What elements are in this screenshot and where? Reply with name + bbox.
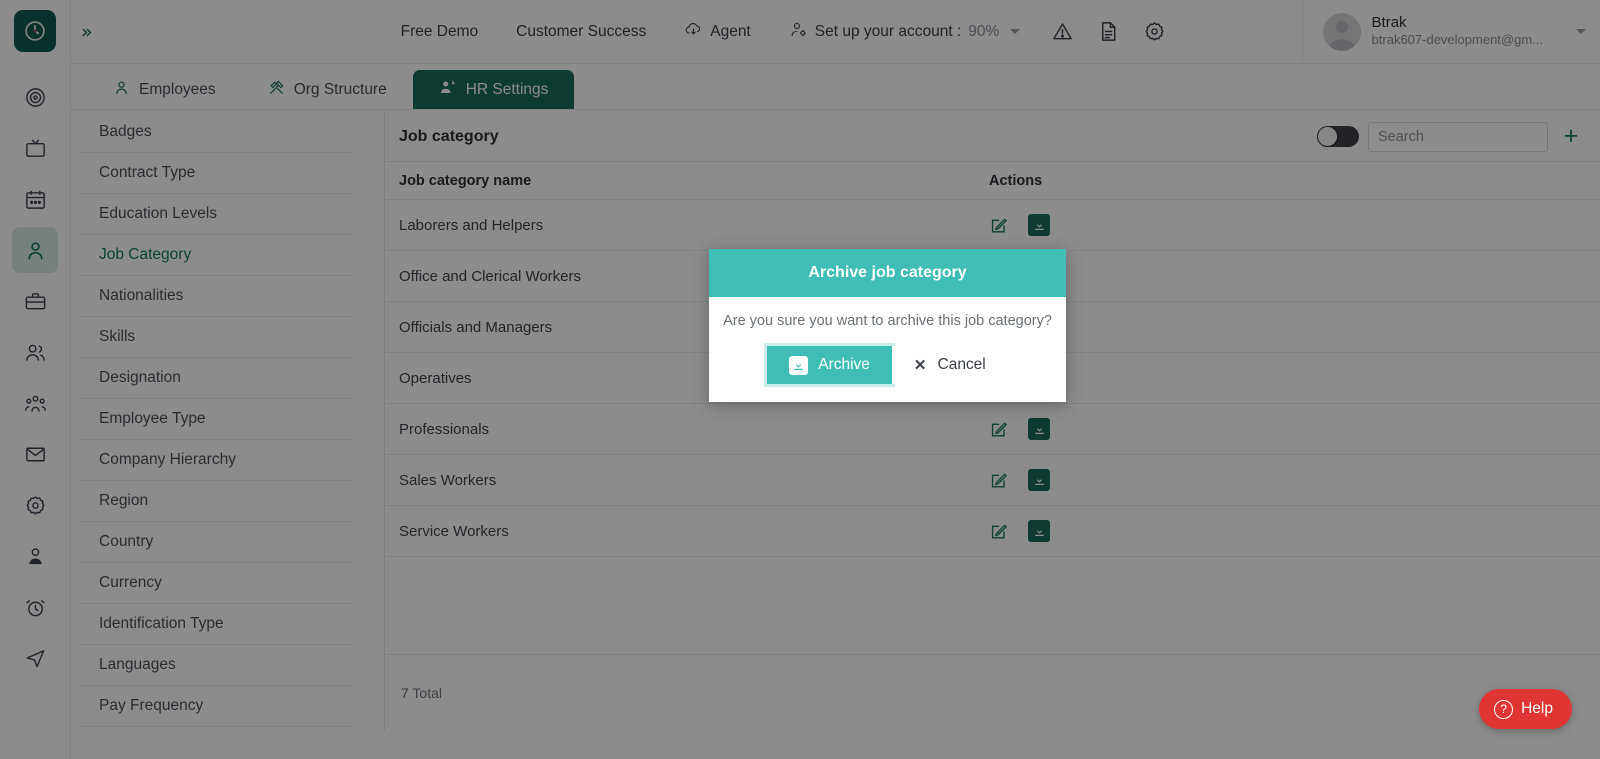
archive-confirm-label: Archive	[818, 356, 870, 373]
close-x-icon: ✕	[913, 357, 927, 374]
dialog-actions: Archive ✕ Cancel	[709, 346, 1066, 384]
dialog-message: Are you sure you want to archive this jo…	[723, 313, 1052, 329]
dialog-header: Archive job category	[709, 249, 1066, 297]
archive-confirm-dialog: Archive job category Are you sure you wa…	[709, 249, 1066, 402]
dialog-body: Are you sure you want to archive this jo…	[709, 297, 1066, 402]
archive-box-icon	[789, 355, 809, 375]
question-circle-icon: ?	[1494, 699, 1514, 719]
cancel-button[interactable]: ✕ Cancel	[891, 346, 1008, 384]
cancel-label: Cancel	[937, 356, 986, 373]
app-root: » Free Demo Customer Success Agent Set u…	[0, 0, 1600, 759]
help-button[interactable]: ? Help	[1479, 689, 1572, 729]
archive-confirm-button[interactable]: Archive	[767, 346, 892, 384]
help-label: Help	[1521, 700, 1553, 717]
dialog-title: Archive job category	[808, 264, 967, 281]
